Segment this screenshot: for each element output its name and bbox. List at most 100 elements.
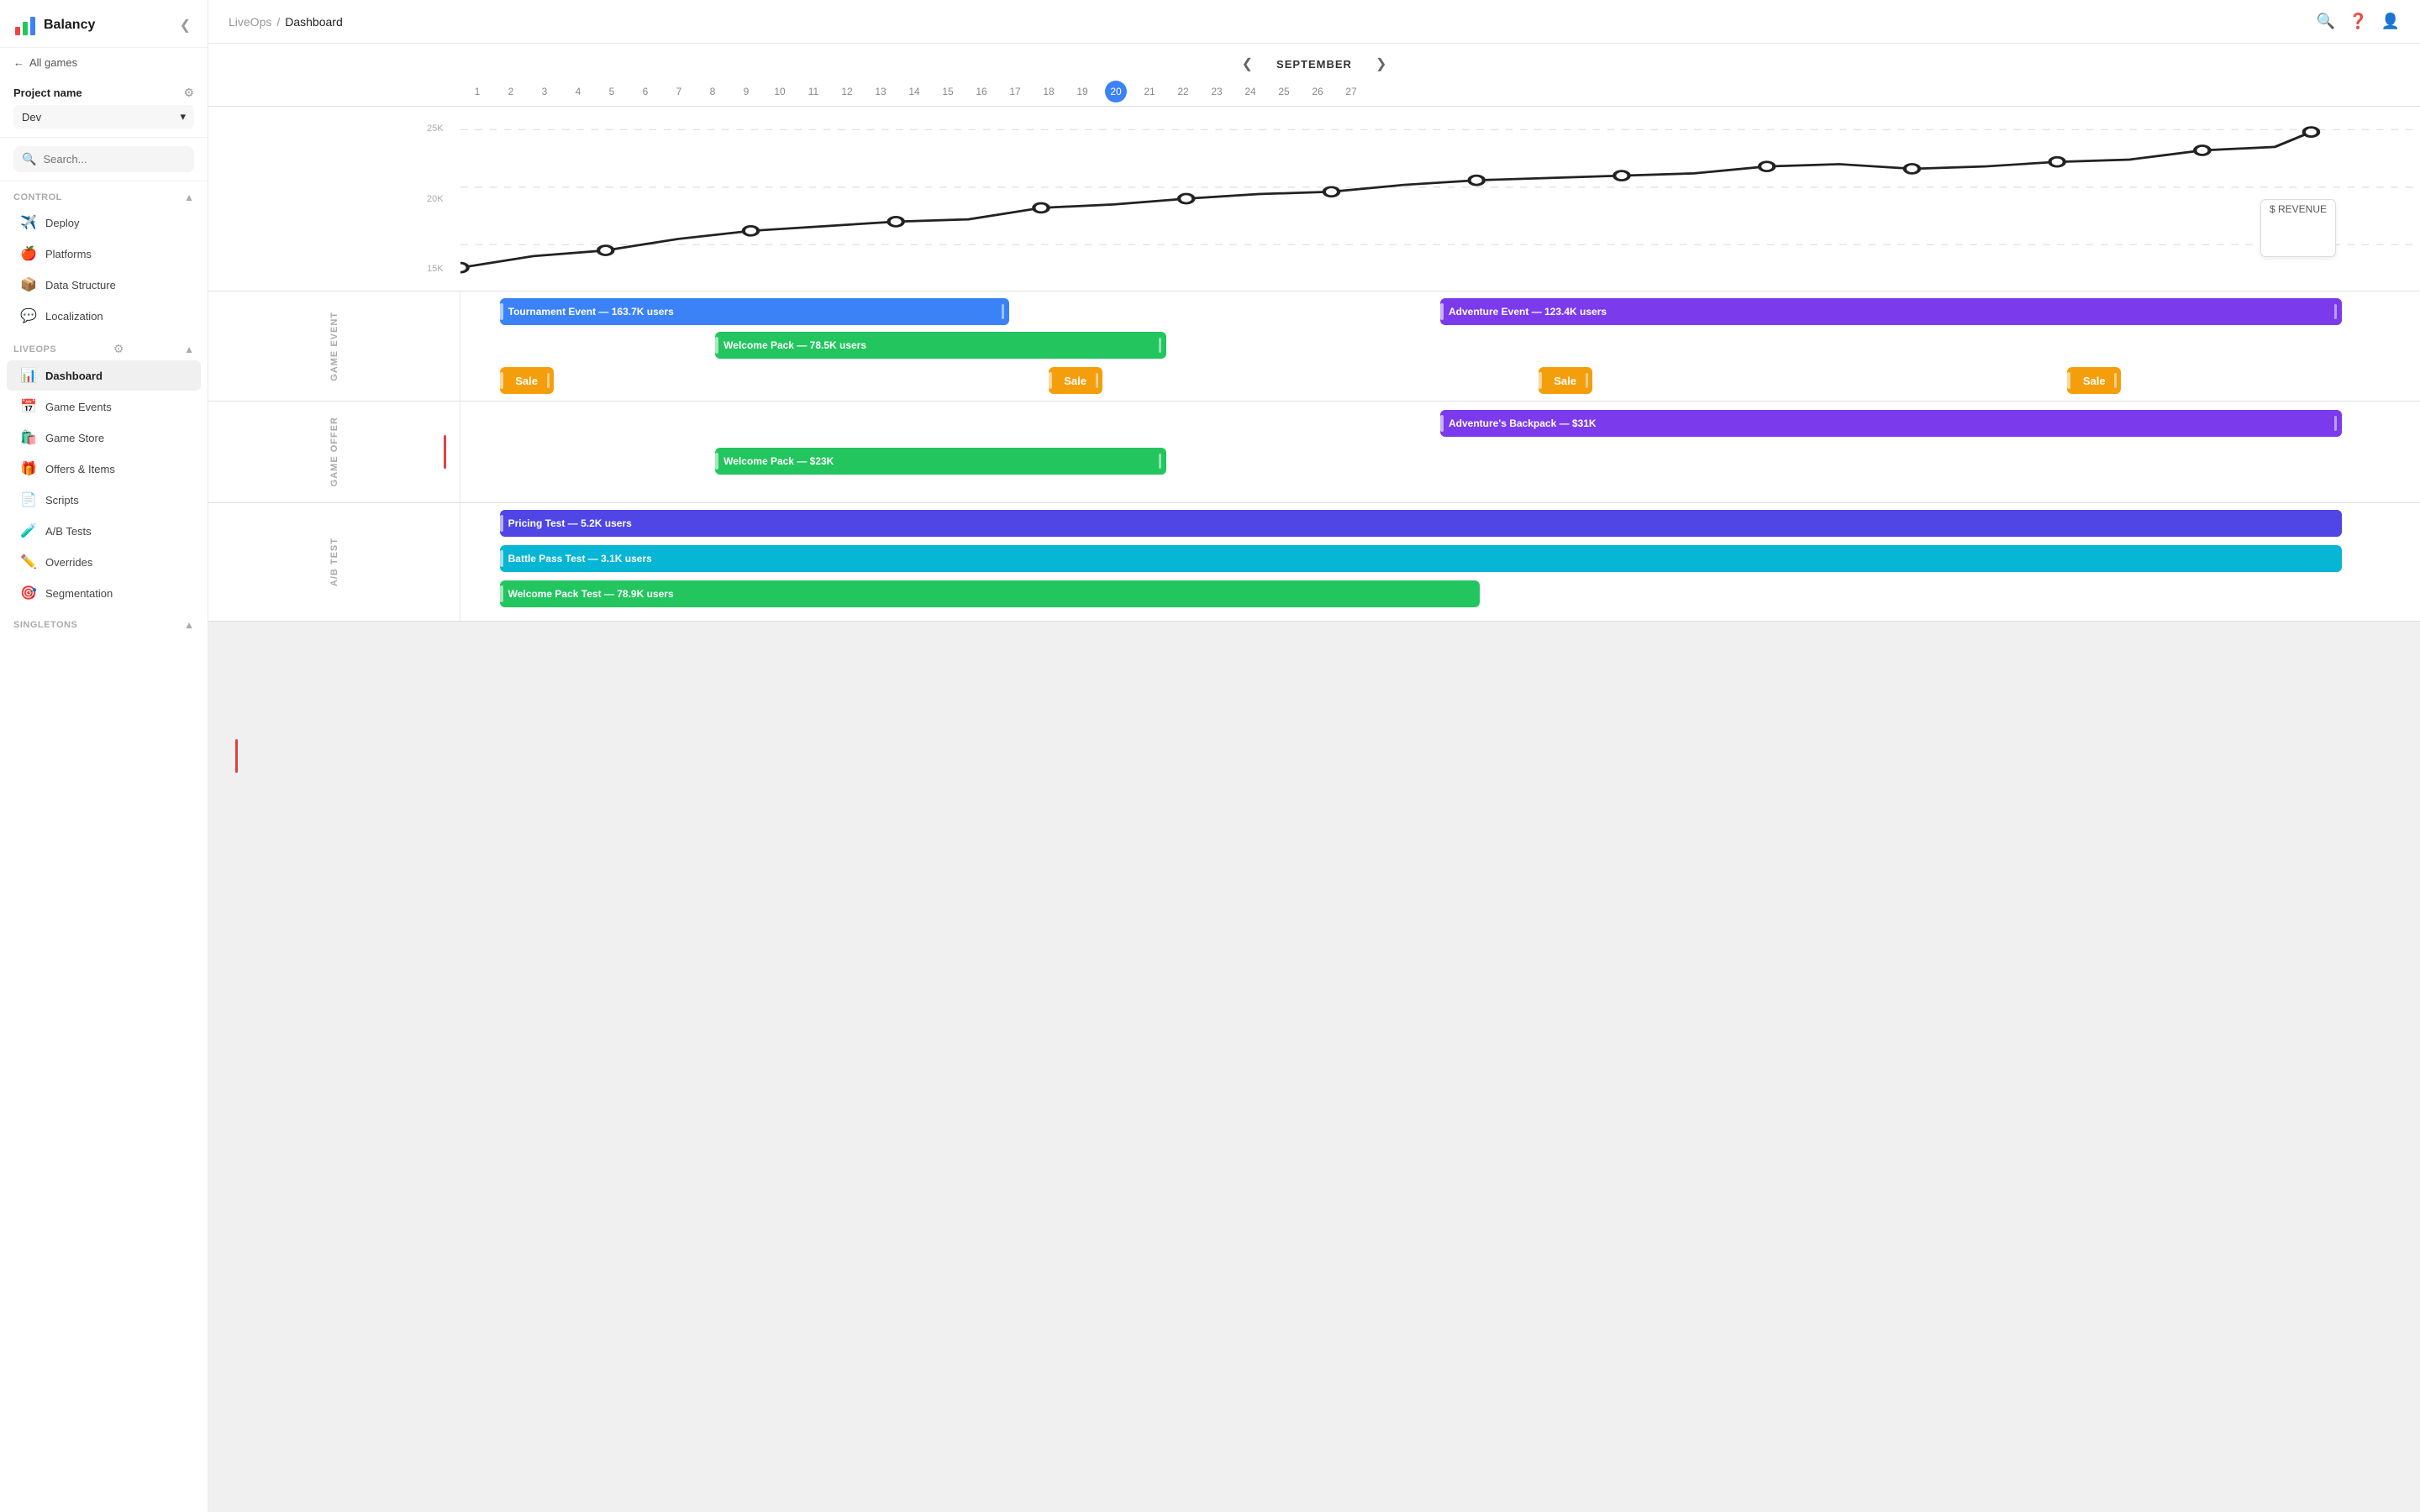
ab-tests-icon: 🧪	[20, 522, 37, 539]
day-number-15: 15	[937, 81, 959, 102]
sidebar-item-overrides[interactable]: ✏️ Overrides	[7, 547, 201, 577]
control-collapse-icon[interactable]: ▲	[184, 192, 194, 203]
day-8[interactable]: 8	[696, 81, 729, 106]
day-25[interactable]: 25	[1267, 81, 1301, 106]
singletons-collapse-icon[interactable]: ▲	[184, 619, 194, 631]
sidebar-item-game-store[interactable]: 🛍️ Game Store	[7, 423, 201, 453]
singletons-section-header: SINGLETONS ▲	[0, 609, 208, 634]
search-input[interactable]	[43, 153, 186, 165]
day-23[interactable]: 23	[1200, 81, 1234, 106]
day-15[interactable]: 15	[931, 81, 965, 106]
day-number-5: 5	[601, 81, 623, 102]
welcome-pack-test-bar[interactable]: Welcome Pack Test — 78.9K users	[500, 580, 1480, 607]
sidebar-header: Balancy ❮	[0, 0, 208, 48]
offers-items-label: Offers & Items	[45, 463, 115, 475]
game-event-section: GAME EVENT Tournament Event — 163.7K use…	[208, 291, 2420, 402]
sidebar-item-game-events[interactable]: 📅 Game Events	[7, 391, 201, 422]
env-select[interactable]: Dev ▾	[13, 105, 194, 129]
collapse-button[interactable]: ❮	[176, 13, 194, 37]
liveops-items: 📊 Dashboard 📅 Game Events 🛍️ Game Store …	[0, 360, 208, 609]
sidebar-item-deploy[interactable]: ✈️ Deploy	[7, 207, 201, 238]
back-link[interactable]: ← All games	[0, 48, 208, 77]
sale-badge-3[interactable]: Sale	[1539, 367, 1592, 394]
day-21[interactable]: 21	[1133, 81, 1166, 106]
adventures-backpack-bar[interactable]: Adventure's Backpack — $31K	[1440, 410, 2342, 437]
day-18[interactable]: 18	[1032, 81, 1065, 106]
dashboard-label: Dashboard	[45, 370, 103, 382]
day-12[interactable]: 12	[830, 81, 864, 106]
day-10[interactable]: 10	[763, 81, 797, 106]
pricing-test-bar[interactable]: Pricing Test — 5.2K users	[500, 510, 2342, 537]
project-settings-icon[interactable]: ⚙	[183, 86, 194, 100]
sale-badge-2[interactable]: Sale	[1049, 367, 1102, 394]
chart-section: 25K 20K 15K	[208, 107, 2420, 291]
day-16[interactable]: 16	[965, 81, 998, 106]
segmentation-icon: 🎯	[20, 585, 37, 601]
days-row: 1234567891011121314151617181920212223242…	[208, 81, 2420, 106]
day-22[interactable]: 22	[1166, 81, 1200, 106]
welcome-pack-offer-label: Welcome Pack — $23K	[723, 455, 834, 467]
sidebar-item-platforms[interactable]: 🍎 Platforms	[7, 239, 201, 269]
prev-month-button[interactable]: ❮	[1235, 54, 1260, 74]
day-26[interactable]: 26	[1301, 81, 1334, 106]
day-4[interactable]: 4	[561, 81, 595, 106]
sidebar-item-scripts[interactable]: 📄 Scripts	[7, 485, 201, 515]
sidebar-item-localization[interactable]: 💬 Localization	[7, 301, 201, 331]
day-number-1: 1	[466, 81, 488, 102]
day-20[interactable]: 20	[1099, 81, 1133, 106]
sale-badge-1[interactable]: Sale	[500, 367, 554, 394]
liveops-collapse-icon[interactable]: ▲	[184, 344, 194, 355]
month-nav: ❮ SEPTEMBER ❯	[208, 54, 2420, 81]
day-11[interactable]: 11	[797, 81, 830, 106]
liveops-settings-icon[interactable]: ⚙	[113, 342, 124, 356]
day-3[interactable]: 3	[528, 81, 561, 106]
adventure-event-bar[interactable]: Adventure Event — 123.4K users	[1440, 298, 2342, 325]
ab-test-section: A/B TEST Pricing Test — 5.2K users Battl…	[208, 503, 2420, 622]
help-icon[interactable]: ❓	[2349, 13, 2367, 30]
segmentation-label: Segmentation	[45, 587, 113, 600]
ab-test-label-wrap: A/B TEST	[208, 503, 460, 621]
scripts-label: Scripts	[45, 494, 79, 507]
day-19[interactable]: 19	[1065, 81, 1099, 106]
day-number-20: 20	[1105, 81, 1127, 102]
day-number-2: 2	[500, 81, 522, 102]
tournament-event-bar[interactable]: Tournament Event — 163.7K users	[500, 298, 1009, 325]
sidebar-item-offers-items[interactable]: 🎁 Offers & Items	[7, 454, 201, 484]
content-area: ❮ SEPTEMBER ❯ 12345678910111213141516171…	[208, 44, 2420, 1512]
day-9[interactable]: 9	[729, 81, 763, 106]
project-section: Project name ⚙ Dev ▾	[0, 77, 208, 138]
day-7[interactable]: 7	[662, 81, 696, 106]
main-content: LiveOps / Dashboard 🔍 ❓ 👤 ❮ SEPTEMBER ❯ …	[208, 0, 2420, 1512]
sidebar-item-dashboard[interactable]: 📊 Dashboard	[7, 360, 201, 391]
day-5[interactable]: 5	[595, 81, 629, 106]
day-17[interactable]: 17	[998, 81, 1032, 106]
day-6[interactable]: 6	[629, 81, 662, 106]
sidebar-item-segmentation[interactable]: 🎯 Segmentation	[7, 578, 201, 608]
sidebar-item-data-structure[interactable]: 📦 Data Structure	[7, 270, 201, 300]
day-27[interactable]: 27	[1334, 81, 1368, 106]
battle-pass-test-label: Battle Pass Test — 3.1K users	[508, 553, 652, 564]
day-14[interactable]: 14	[897, 81, 931, 106]
sale-2-label: Sale	[1064, 375, 1086, 387]
sale-badge-4[interactable]: Sale	[2067, 367, 2121, 394]
welcome-pack-event-bar[interactable]: Welcome Pack — 78.5K users	[715, 332, 1165, 359]
day-number-21: 21	[1139, 81, 1160, 102]
sidebar-item-ab-tests[interactable]: 🧪 A/B Tests	[7, 516, 201, 546]
overrides-icon: ✏️	[20, 554, 37, 570]
day-1[interactable]: 1	[460, 81, 494, 106]
data-structure-icon: 📦	[20, 276, 37, 293]
revenue-chart	[460, 107, 2420, 291]
welcome-pack-offer-bar[interactable]: Welcome Pack — $23K	[715, 448, 1165, 475]
next-month-button[interactable]: ❯	[1369, 54, 1393, 74]
day-24[interactable]: 24	[1234, 81, 1267, 106]
app-logo	[13, 13, 37, 37]
day-13[interactable]: 13	[864, 81, 897, 106]
battle-pass-test-bar[interactable]: Battle Pass Test — 3.1K users	[500, 545, 2342, 572]
game-event-label-wrap: GAME EVENT	[208, 291, 460, 401]
game-store-label: Game Store	[45, 432, 104, 444]
day-2[interactable]: 2	[494, 81, 528, 106]
user-icon[interactable]: 👤	[2381, 13, 2400, 30]
search-topbar-icon[interactable]: 🔍	[2317, 13, 2335, 30]
sale-4-label: Sale	[2083, 375, 2106, 387]
pricing-test-label: Pricing Test — 5.2K users	[508, 517, 632, 529]
